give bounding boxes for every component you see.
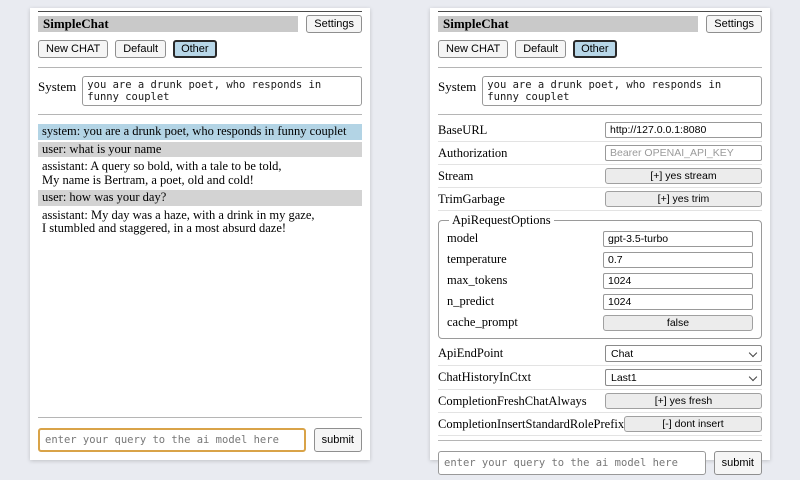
api-request-options-legend: ApiRequestOptions (449, 213, 554, 228)
setting-row-chathistoryinctxt: ChatHistoryInCtxt Last1 (438, 366, 762, 390)
session-button-other[interactable]: Other (573, 40, 617, 58)
divider (438, 114, 762, 115)
query-row: submit (38, 428, 362, 452)
settings-button[interactable]: Settings (306, 15, 362, 33)
divider (438, 11, 762, 12)
setting-label: ChatHistoryInCtxt (438, 370, 531, 385)
setting-row-completionfreshchatalways: CompletionFreshChatAlways [+] yes fresh (438, 390, 762, 413)
setting-row-baseurl: BaseURL (438, 119, 762, 142)
model-input[interactable] (603, 231, 753, 247)
selected-option: Last1 (611, 372, 637, 384)
system-prompt-textarea[interactable]: you are a drunk poet, who responds in fu… (482, 76, 762, 106)
setting-label: CompletionInsertStandardRolePrefix (438, 417, 624, 432)
session-row: New CHAT Default Other (38, 40, 362, 58)
chat-message-user: user: what is your name (38, 142, 362, 158)
setting-row-max-tokens: max_tokens (447, 270, 753, 291)
new-chat-button[interactable]: New CHAT (38, 40, 108, 58)
setting-label: max_tokens (447, 273, 507, 288)
submit-button[interactable]: submit (714, 451, 762, 475)
chat-message-user: user: how was your day? (38, 190, 362, 206)
session-button-default[interactable]: Default (515, 40, 566, 58)
chat-message-system: system: you are a drunk poet, who respon… (38, 124, 362, 140)
system-prompt-row: System you are a drunk poet, who respond… (38, 76, 362, 106)
chat-history-in-ctxt-select[interactable]: Last1 (605, 369, 762, 386)
setting-label: model (447, 231, 478, 246)
app-header: SimpleChat Settings (38, 15, 362, 33)
setting-row-temperature: temperature (447, 249, 753, 270)
settings-panel: SimpleChat Settings New CHAT Default Oth… (430, 8, 770, 460)
temperature-input[interactable] (603, 252, 753, 268)
setting-row-authorization: Authorization (438, 142, 762, 165)
divider (38, 11, 362, 12)
trimgarbage-toggle-button[interactable]: [+] yes trim (605, 191, 762, 207)
query-row: submit (438, 451, 762, 475)
system-prompt-label: System (438, 76, 476, 106)
divider (438, 67, 762, 68)
chat-message-assistant: assistant: My day was a haze, with a dri… (38, 208, 362, 237)
completion-insert-role-prefix-toggle-button[interactable]: [-] dont insert (624, 416, 762, 432)
n-predict-input[interactable] (603, 294, 753, 310)
setting-label: temperature (447, 252, 507, 267)
setting-row-stream: Stream [+] yes stream (438, 165, 762, 188)
app-header: SimpleChat Settings (438, 15, 762, 33)
session-button-other[interactable]: Other (173, 40, 217, 58)
setting-row-apiendpoint: ApiEndPoint Chat (438, 342, 762, 366)
setting-label: Stream (438, 169, 473, 184)
settings-button[interactable]: Settings (706, 15, 762, 33)
setting-label: CompletionFreshChatAlways (438, 394, 587, 409)
max-tokens-input[interactable] (603, 273, 753, 289)
stream-toggle-button[interactable]: [+] yes stream (605, 168, 762, 184)
divider (38, 114, 362, 115)
query-input[interactable] (438, 451, 706, 475)
cache-prompt-toggle-button[interactable]: false (603, 315, 753, 331)
setting-row-n-predict: n_predict (447, 291, 753, 312)
setting-label: ApiEndPoint (438, 346, 503, 361)
divider (438, 440, 762, 441)
chevron-down-icon (749, 348, 757, 356)
chat-empty-space (38, 239, 362, 414)
chat-message-assistant: assistant: A query so bold, with a tale … (38, 159, 362, 188)
api-request-options-fieldset: ApiRequestOptions model temperature max_… (438, 213, 762, 339)
setting-label: TrimGarbage (438, 192, 505, 207)
submit-button[interactable]: submit (314, 428, 362, 452)
completion-fresh-chat-toggle-button[interactable]: [+] yes fresh (605, 393, 762, 409)
baseurl-input[interactable] (605, 122, 762, 138)
system-prompt-textarea[interactable]: you are a drunk poet, who responds in fu… (82, 76, 362, 106)
setting-label: BaseURL (438, 123, 487, 138)
setting-row-completioninsertstandardroleprefix: CompletionInsertStandardRolePrefix [-] d… (438, 413, 762, 436)
chevron-down-icon (749, 372, 757, 380)
divider (38, 417, 362, 418)
api-endpoint-select[interactable]: Chat (605, 345, 762, 362)
system-prompt-row: System you are a drunk poet, who respond… (438, 76, 762, 106)
new-chat-button[interactable]: New CHAT (438, 40, 508, 58)
query-input[interactable] (38, 428, 306, 452)
system-prompt-label: System (38, 76, 76, 106)
selected-option: Chat (611, 348, 633, 360)
chat-panel: SimpleChat Settings New CHAT Default Oth… (30, 8, 370, 460)
app-title: SimpleChat (38, 16, 298, 32)
setting-row-cache-prompt: cache_prompt false (447, 312, 753, 333)
app-title: SimpleChat (438, 16, 698, 32)
setting-label: Authorization (438, 146, 507, 161)
setting-label: n_predict (447, 294, 494, 309)
chat-message-list: system: you are a drunk poet, who respon… (38, 124, 362, 239)
session-row: New CHAT Default Other (438, 40, 762, 58)
divider (38, 67, 362, 68)
session-button-default[interactable]: Default (115, 40, 166, 58)
setting-row-model: model (447, 228, 753, 249)
setting-label: cache_prompt (447, 315, 518, 330)
setting-row-trimgarbage: TrimGarbage [+] yes trim (438, 188, 762, 211)
authorization-input[interactable] (605, 145, 762, 161)
